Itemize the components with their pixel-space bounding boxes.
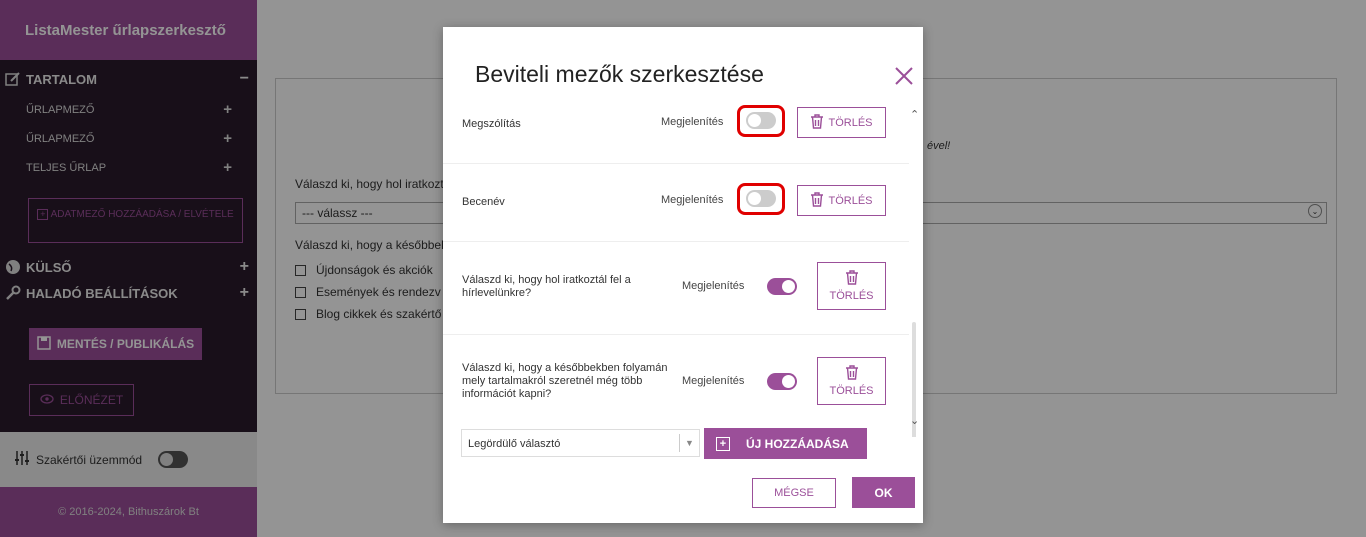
field-row: Becenév Megjelenítés TÖRLÉS — [443, 164, 909, 242]
add-new-label: ÚJ HOZZÁADÁSA — [746, 436, 849, 451]
trash-icon — [810, 191, 824, 210]
ok-button[interactable]: OK — [852, 477, 915, 508]
visibility-toggle[interactable] — [746, 190, 776, 207]
delete-label: TÖRLÉS — [829, 290, 874, 302]
show-label: Megjelenítés — [682, 375, 745, 387]
field-type-value: Legördülő választó — [468, 438, 561, 450]
show-label: Megjelenítés — [682, 280, 745, 292]
field-row: Válaszd ki, hogy hol iratkoztál fel a hí… — [443, 242, 909, 335]
plus-box-icon: + — [716, 436, 730, 451]
visibility-toggle[interactable] — [767, 278, 797, 295]
trash-icon — [845, 270, 859, 288]
visibility-toggle[interactable] — [767, 373, 797, 390]
modal-title: Beviteli mezők szerkesztése — [475, 61, 764, 87]
delete-button[interactable]: TÖRLÉS — [797, 107, 886, 138]
field-label: Válaszd ki, hogy hol iratkoztál fel a hí… — [462, 274, 631, 299]
scroll-up-icon[interactable]: ⌃ — [910, 108, 919, 121]
caret-down-icon: ▼ — [679, 434, 699, 452]
field-type-select[interactable]: Legördülő választó ▼ — [461, 429, 700, 457]
delete-label: TÖRLÉS — [828, 194, 873, 207]
edit-fields-modal: Beviteli mezők szerkesztése Megszólítás … — [443, 27, 923, 523]
delete-label: TÖRLÉS — [829, 385, 874, 397]
field-label: Megszólítás — [462, 118, 521, 130]
cancel-button[interactable]: MÉGSE — [752, 478, 836, 508]
field-label: Becenév — [462, 196, 505, 208]
field-label: Válaszd ki, hogy a későbbekben folyamán … — [462, 362, 668, 400]
close-icon[interactable] — [893, 65, 915, 87]
show-label: Megjelenítés — [661, 116, 724, 128]
delete-button[interactable]: TÖRLÉS — [797, 185, 886, 216]
trash-icon — [845, 365, 859, 383]
show-label: Megjelenítés — [661, 194, 724, 206]
delete-button[interactable]: TÖRLÉS — [817, 357, 886, 405]
add-new-button[interactable]: + ÚJ HOZZÁADÁSA — [704, 428, 867, 459]
field-list: Megszólítás Megjelenítés TÖRLÉS Becenév … — [443, 102, 923, 437]
trash-icon — [810, 113, 824, 132]
visibility-toggle[interactable] — [746, 112, 776, 129]
field-row: Megszólítás Megjelenítés TÖRLÉS — [443, 102, 909, 164]
scroll-down-icon[interactable]: ⌄ — [910, 414, 919, 427]
delete-label: TÖRLÉS — [828, 116, 873, 129]
field-row: Válaszd ki, hogy a későbbekben folyamán … — [443, 335, 909, 437]
delete-button[interactable]: TÖRLÉS — [817, 262, 886, 310]
